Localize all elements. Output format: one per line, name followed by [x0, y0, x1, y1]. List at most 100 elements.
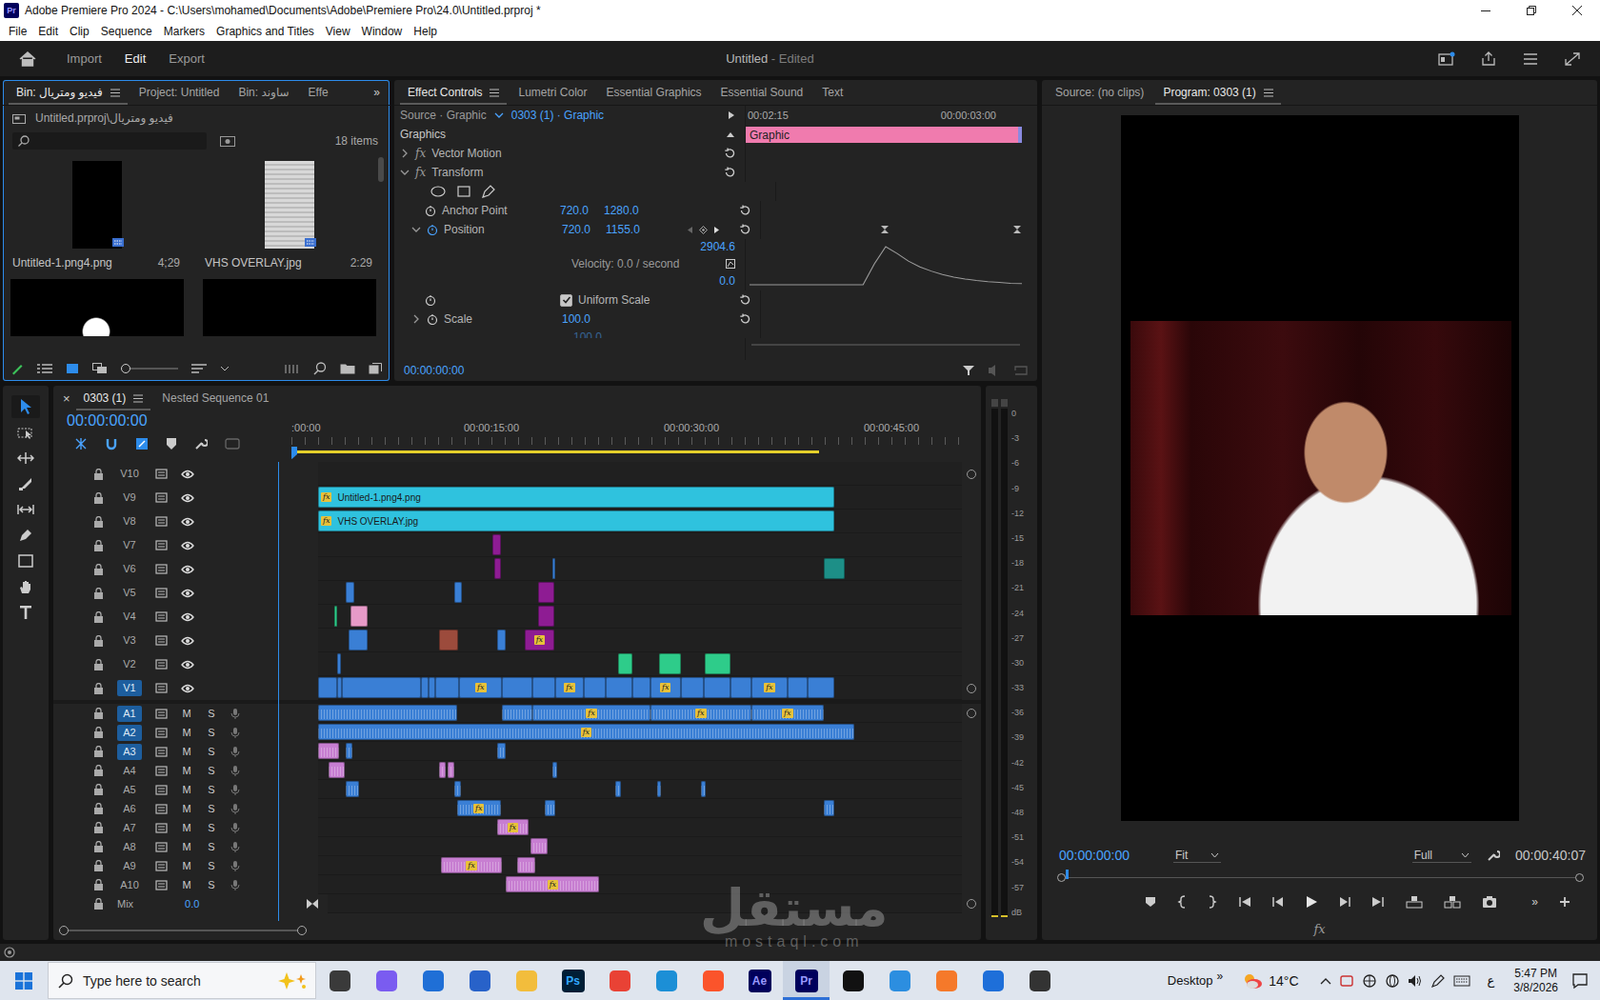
- quick-menu-icon[interactable]: [1521, 51, 1540, 67]
- audio-clip[interactable]: [657, 780, 661, 798]
- microphone-icon[interactable]: [230, 726, 240, 740]
- lock-icon[interactable]: [93, 635, 104, 647]
- sync-lock-icon[interactable]: [155, 803, 168, 815]
- search-field[interactable]: [12, 132, 207, 150]
- write-protect-icon[interactable]: [10, 361, 24, 376]
- audio-clip[interactable]: fx: [505, 876, 600, 893]
- sync-lock-icon[interactable]: [155, 727, 168, 739]
- close-button[interactable]: [1554, 0, 1600, 21]
- keyframe-lane[interactable]: [760, 220, 1026, 240]
- video-clip[interactable]: [823, 558, 845, 580]
- show-hidden-icons-icon[interactable]: [1320, 977, 1332, 985]
- lock-icon[interactable]: [93, 898, 104, 910]
- video-clip[interactable]: [807, 677, 835, 699]
- pen-icon[interactable]: [1430, 973, 1446, 989]
- export-frame-icon[interactable]: [1481, 895, 1498, 909]
- fullscreen-icon[interactable]: [1563, 51, 1581, 67]
- lock-icon[interactable]: [93, 783, 104, 796]
- audio-clip[interactable]: [497, 742, 507, 760]
- workspace-tab[interactable]: Import: [55, 51, 114, 66]
- audio-clip[interactable]: fx: [650, 704, 752, 721]
- step-forward-icon[interactable]: [1339, 896, 1351, 908]
- lock-icon[interactable]: [93, 540, 104, 552]
- add-marker-icon[interactable]: [165, 437, 178, 451]
- video-clip[interactable]: [337, 653, 341, 675]
- find-icon[interactable]: [313, 361, 327, 376]
- audio-clip[interactable]: [447, 761, 455, 779]
- microphone-icon[interactable]: [230, 821, 240, 835]
- microphone-icon[interactable]: [230, 764, 240, 778]
- play-icon[interactable]: [1304, 895, 1319, 909]
- track-target[interactable]: V9: [117, 489, 142, 506]
- notifications-icon[interactable]: [1571, 972, 1589, 990]
- audio-clip[interactable]: [345, 742, 353, 760]
- mute-button[interactable]: M: [180, 860, 193, 872]
- eye-icon[interactable]: [180, 493, 195, 503]
- effect-row[interactable]: fxTransform: [394, 162, 745, 182]
- track-target[interactable]: V8: [117, 513, 142, 530]
- video-clip[interactable]: [680, 677, 704, 699]
- video-clip[interactable]: [501, 677, 533, 699]
- audio-clip[interactable]: [328, 761, 345, 779]
- track-target[interactable]: A9: [117, 858, 142, 875]
- tool-button[interactable]: [11, 575, 40, 599]
- effect-row[interactable]: fxVector Motion: [394, 143, 745, 163]
- sync-lock-icon[interactable]: [155, 682, 168, 694]
- track-target[interactable]: V4: [117, 608, 142, 625]
- lock-icon[interactable]: [93, 492, 104, 504]
- close-sequence-button[interactable]: ×: [60, 391, 73, 406]
- taskbar-app[interactable]: [969, 960, 1017, 1000]
- menu-item[interactable]: Markers: [158, 24, 211, 39]
- value-field[interactable]: 720.0: [560, 203, 599, 218]
- rectangle-mask-icon[interactable]: [457, 185, 471, 198]
- track-target[interactable]: A7: [117, 820, 142, 837]
- lock-icon[interactable]: [93, 764, 104, 777]
- volume-icon[interactable]: [1407, 973, 1423, 989]
- video-clip[interactable]: [730, 677, 752, 699]
- solo-button[interactable]: S: [205, 821, 218, 834]
- sync-lock-icon[interactable]: [155, 587, 168, 599]
- taskbar-app[interactable]: Ae: [736, 960, 783, 1000]
- reset-icon[interactable]: [739, 204, 751, 217]
- sync-lock-icon[interactable]: [155, 765, 168, 777]
- sequence-timecode[interactable]: 00:00:00:00: [66, 410, 292, 432]
- track-target[interactable]: A4: [117, 762, 142, 780]
- taskbar-app[interactable]: [829, 960, 877, 1000]
- solo-button[interactable]: S: [205, 879, 218, 891]
- taskbar-app[interactable]: [409, 960, 457, 1000]
- video-clip[interactable]: [318, 677, 338, 699]
- audio-clip[interactable]: [544, 800, 556, 817]
- more-tabs-button[interactable]: »: [369, 85, 384, 100]
- add-keyframe-icon[interactable]: [699, 225, 708, 235]
- video-clip[interactable]: fx: [751, 677, 788, 699]
- mute-button[interactable]: M: [180, 764, 193, 777]
- video-clip[interactable]: [605, 677, 633, 699]
- sync-lock-icon[interactable]: [155, 708, 168, 720]
- video-clip[interactable]: [492, 534, 500, 556]
- video-clip[interactable]: [345, 581, 354, 603]
- panel-tab[interactable]: Bin: فيديو ومتريال: [8, 80, 128, 105]
- twirl-icon[interactable]: [411, 224, 421, 235]
- video-clip[interactable]: fxUntitled-1.png4.png: [318, 486, 835, 508]
- loop-icon[interactable]: [1014, 364, 1028, 377]
- lock-icon[interactable]: [93, 726, 104, 739]
- go-to-out-icon[interactable]: [1371, 896, 1385, 908]
- video-clip[interactable]: [632, 677, 650, 699]
- track-target[interactable]: V3: [117, 632, 142, 649]
- track-target[interactable]: A6: [117, 800, 142, 818]
- sync-lock-icon[interactable]: [155, 540, 168, 551]
- track-target[interactable]: A8: [117, 839, 142, 856]
- pen-mask-icon[interactable]: [481, 184, 496, 199]
- taskbar-search[interactable]: Type here to search: [47, 961, 317, 1000]
- panel-menu-icon[interactable]: [489, 88, 500, 98]
- stopwatch-icon[interactable]: [424, 294, 437, 306]
- mute-button[interactable]: M: [180, 821, 193, 834]
- eye-icon[interactable]: [180, 612, 195, 622]
- video-clip[interactable]: [341, 677, 421, 699]
- microphone-icon[interactable]: [230, 802, 240, 816]
- menu-item[interactable]: Graphics and Titles: [210, 24, 320, 39]
- mute-button[interactable]: M: [180, 802, 193, 815]
- panel-tab[interactable]: Essential Sound: [713, 80, 812, 105]
- mark-out-icon[interactable]: [1207, 895, 1218, 909]
- track-target[interactable]: V10: [117, 465, 142, 482]
